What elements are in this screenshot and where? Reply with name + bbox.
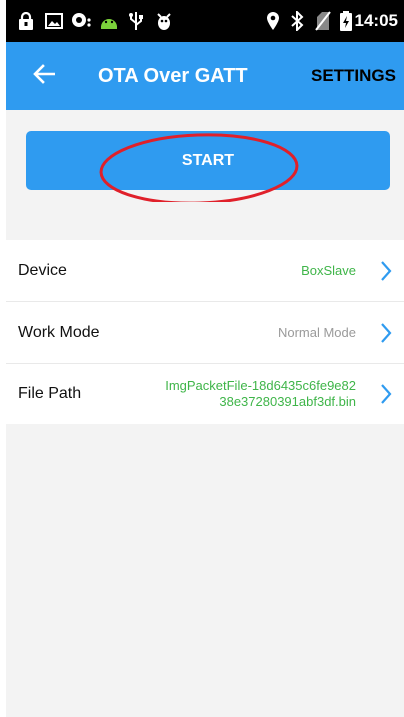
file-path-value-line2: 38e37280391abf3df.bin bbox=[219, 394, 356, 409]
status-bar: 14:05 bbox=[6, 0, 404, 42]
file-path-label: File Path bbox=[18, 385, 82, 402]
debug-icon bbox=[152, 0, 176, 42]
file-path-value-line1: ImgPacketFile-18d6435c6fe9e82 bbox=[165, 378, 356, 393]
app-bar: OTA Over GATT SETTINGS bbox=[6, 42, 404, 110]
location-icon bbox=[262, 0, 284, 42]
section-spacer bbox=[6, 202, 404, 240]
chevron-right-icon bbox=[380, 364, 392, 424]
image-icon bbox=[42, 0, 66, 42]
arrow-left-icon bbox=[33, 63, 56, 89]
no-sim-icon bbox=[312, 0, 334, 42]
device-label: Device bbox=[18, 261, 67, 279]
android-icon bbox=[96, 0, 122, 42]
start-button[interactable]: START bbox=[26, 131, 390, 190]
list-item-file-path[interactable]: File Path ImgPacketFile-18d6435c6fe9e82 … bbox=[6, 364, 404, 424]
chat-icon bbox=[68, 0, 94, 42]
file-path-value: ImgPacketFile-18d6435c6fe9e82 38e3728039… bbox=[165, 364, 356, 424]
work-mode-value: Normal Mode bbox=[277, 325, 356, 340]
status-time: 14:05 bbox=[354, 11, 398, 30]
list-item-device[interactable]: Device BoxSlave bbox=[6, 240, 404, 302]
bluetooth-icon bbox=[286, 0, 308, 42]
battery-icon bbox=[336, 0, 356, 42]
settings-list: Device BoxSlave Work Mode Normal Mode Fi… bbox=[6, 240, 404, 424]
back-button[interactable] bbox=[24, 56, 64, 96]
chevron-right-icon bbox=[380, 240, 392, 301]
settings-button[interactable]: SETTINGS bbox=[311, 42, 396, 110]
lock-icon bbox=[14, 0, 38, 42]
page-title: OTA Over GATT bbox=[98, 64, 248, 87]
start-section: START bbox=[6, 110, 404, 205]
chevron-right-icon bbox=[380, 302, 392, 363]
usb-icon bbox=[124, 0, 148, 42]
device-value: BoxSlave bbox=[301, 263, 356, 278]
app-screen: 14:05 OTA Over GATT SETTINGS START Devic… bbox=[6, 0, 404, 717]
work-mode-label: Work Mode bbox=[18, 323, 100, 341]
list-item-work-mode[interactable]: Work Mode Normal Mode bbox=[6, 302, 404, 364]
